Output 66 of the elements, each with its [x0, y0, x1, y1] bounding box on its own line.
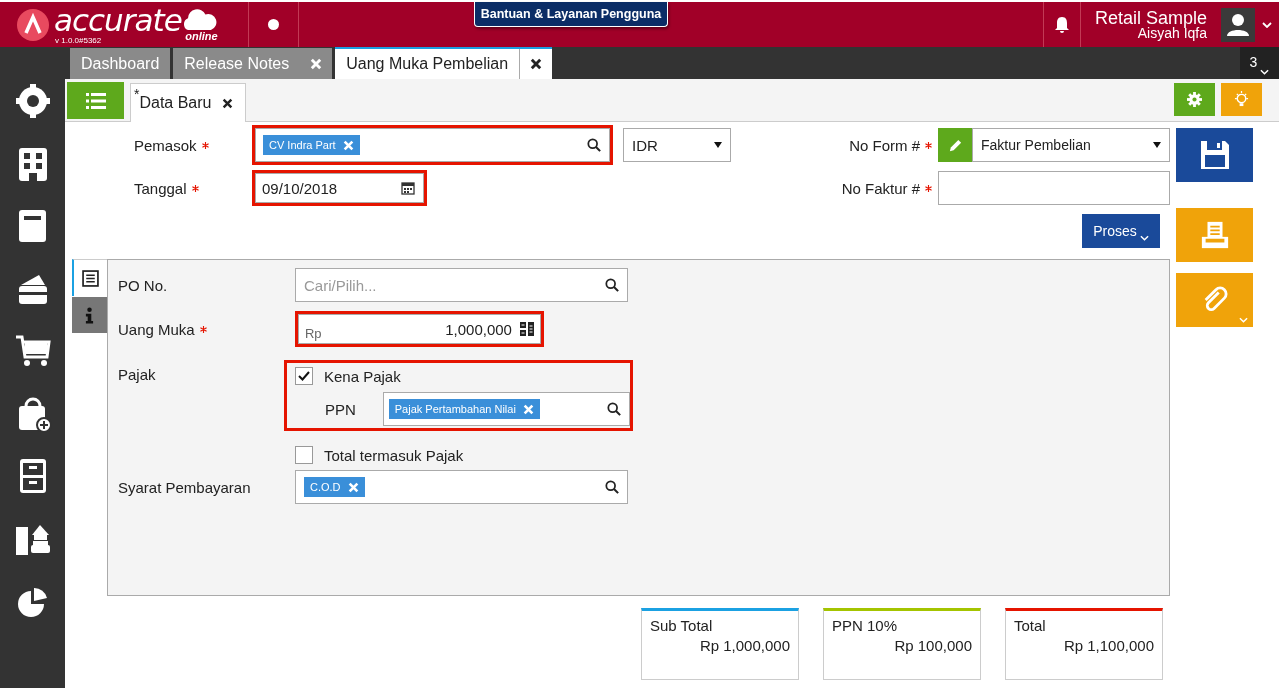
list-button[interactable] — [67, 82, 124, 119]
invoice-number-field[interactable] — [938, 171, 1170, 205]
page-tab[interactable]: Uang Muka Pembelian — [335, 47, 553, 79]
edit-button[interactable] — [938, 128, 972, 162]
form-type-select[interactable]: Faktur Pembelian — [972, 128, 1170, 162]
amount-field[interactable]: Rp 1,000,000 — [297, 314, 541, 344]
process-button[interactable]: Proses — [1082, 214, 1160, 248]
date-field[interactable]: 09/10/2018 — [255, 173, 424, 203]
logo-text: accurate — [54, 4, 182, 36]
chevron-down-icon[interactable] — [1262, 21, 1272, 28]
tab-label[interactable]: Data Baru — [139, 94, 212, 112]
search-icon[interactable] — [604, 480, 619, 494]
help-button[interactable]: Bantuan & Layanan Pengguna — [473, 2, 669, 27]
field-label: PPN — [323, 400, 357, 418]
currency-select[interactable]: IDR — [623, 128, 731, 162]
field-label: Pajak — [117, 366, 157, 383]
checkbox-label[interactable]: Total termasuk Pajak — [323, 446, 464, 464]
field-label: Uang Muka — [117, 320, 195, 338]
total-value: Rp 1,100,000 — [1063, 637, 1154, 654]
total-value: Rp 1,000,000 — [699, 637, 790, 654]
calendar-icon[interactable] — [401, 181, 415, 195]
pencil-icon — [947, 137, 963, 153]
search-icon[interactable] — [606, 402, 621, 416]
chevron-down-icon — [1139, 234, 1149, 241]
printer-icon — [1199, 220, 1230, 250]
field-label: No Form # — [849, 136, 920, 154]
checkbox[interactable] — [294, 367, 313, 385]
version-text: v 1.0.0#5362 — [55, 36, 103, 45]
document-icon — [82, 269, 99, 287]
search-icon[interactable] — [587, 138, 601, 152]
avatar-icon[interactable] — [1221, 7, 1255, 42]
field-label: No Faktur # — [841, 179, 920, 197]
unsaved-mark: * — [134, 86, 140, 102]
search-icon[interactable] — [604, 278, 619, 292]
chevron-down-icon — [1260, 69, 1270, 75]
side-tab[interactable] — [72, 259, 107, 296]
settings-icon — [1187, 92, 1202, 107]
calculator-icon[interactable] — [519, 322, 534, 336]
dropdown-arrow-icon[interactable] — [714, 142, 722, 148]
lightbulb-icon — [1234, 91, 1249, 108]
logo-icon — [16, 7, 50, 42]
field-label: PO No. — [117, 276, 169, 294]
close-icon[interactable] — [530, 58, 543, 70]
form-tab[interactable]: *Data Baru — [130, 83, 246, 122]
checkbox-label[interactable]: Kena Pajak — [323, 367, 401, 385]
total-value: Rp 100,000 — [894, 637, 972, 654]
total-label: Sub Total — [650, 617, 714, 634]
status-dot-icon[interactable] — [268, 19, 279, 30]
tab-label[interactable]: Uang Muka Pembelian — [335, 55, 520, 73]
settings-button[interactable] — [1174, 83, 1215, 116]
checkbox[interactable] — [294, 446, 313, 464]
chevron-down-icon — [1239, 317, 1248, 323]
list-icon — [85, 92, 106, 109]
tab-count-button[interactable]: 3 — [1240, 47, 1279, 79]
close-icon[interactable] — [221, 97, 233, 109]
dropdown-arrow-icon[interactable] — [1153, 142, 1161, 148]
info-icon — [85, 306, 94, 324]
total-label: Total — [1014, 617, 1047, 634]
logo-subtext: online — [185, 31, 218, 42]
notification-bell-icon[interactable] — [1053, 15, 1070, 34]
field-label: Pemasok — [134, 136, 197, 154]
total-label: PPN 10% — [832, 617, 899, 634]
company-name: Retail Sample — [1094, 9, 1207, 27]
field-label: Syarat Pembayaran — [117, 478, 252, 496]
save-button[interactable] — [1176, 128, 1253, 182]
field-label: Tanggal — [134, 179, 187, 197]
